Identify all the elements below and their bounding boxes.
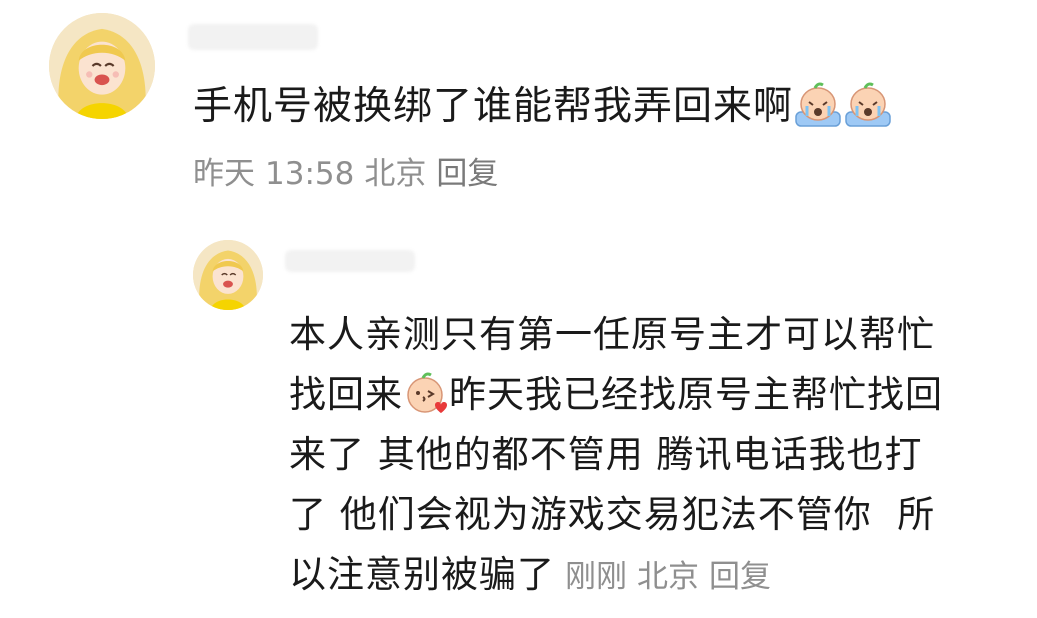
reply-line: 本人亲测只有第一任原号主才可以帮忙 bbox=[289, 313, 935, 356]
comment-time: 13:58 bbox=[265, 156, 355, 192]
avatar-image bbox=[193, 240, 263, 310]
reply-text: 本人亲测只有第一任原号主才可以帮忙 找回来 昨天我已经找原号主帮忙找回 来了 其… bbox=[289, 305, 1019, 607]
reply-time: 刚刚 bbox=[565, 559, 627, 595]
avatar-image bbox=[49, 13, 155, 119]
crying-face-emoji-icon bbox=[793, 82, 843, 128]
avatar[interactable] bbox=[49, 13, 155, 119]
reply-location: 北京 bbox=[637, 559, 699, 595]
reply-button[interactable]: 回复 bbox=[436, 156, 498, 192]
username-blurred[interactable] bbox=[188, 24, 318, 50]
reply-meta: 刚刚 北京 回复 bbox=[555, 559, 771, 595]
comment-body: 手机号被换绑了谁能帮我弄回来啊 bbox=[193, 84, 794, 129]
crying-face-emoji-icon bbox=[843, 82, 893, 128]
reply-button[interactable]: 回复 bbox=[709, 559, 771, 595]
comment-date: 昨天 bbox=[193, 156, 255, 192]
comment-meta: 昨天 13:58 北京 回复 bbox=[193, 152, 508, 196]
reply-username-blurred[interactable] bbox=[285, 250, 415, 272]
reply-line: 以注意别被骗了 刚刚 北京 回复 bbox=[289, 553, 771, 596]
comment-text: 手机号被换绑了谁能帮我弄回来啊 bbox=[193, 80, 1013, 134]
kiss-face-emoji-icon bbox=[403, 371, 449, 415]
reply-line: 来了 其他的都不管用 腾讯电话我也打 bbox=[289, 433, 923, 476]
comment-location: 北京 bbox=[364, 156, 427, 192]
reply-avatar[interactable] bbox=[193, 240, 263, 310]
reply-line: 了 他们会视为游戏交易犯法不管你 所 bbox=[289, 493, 936, 536]
reply-line: 找回来 昨天我已经找原号主帮忙找回 bbox=[289, 365, 1019, 425]
